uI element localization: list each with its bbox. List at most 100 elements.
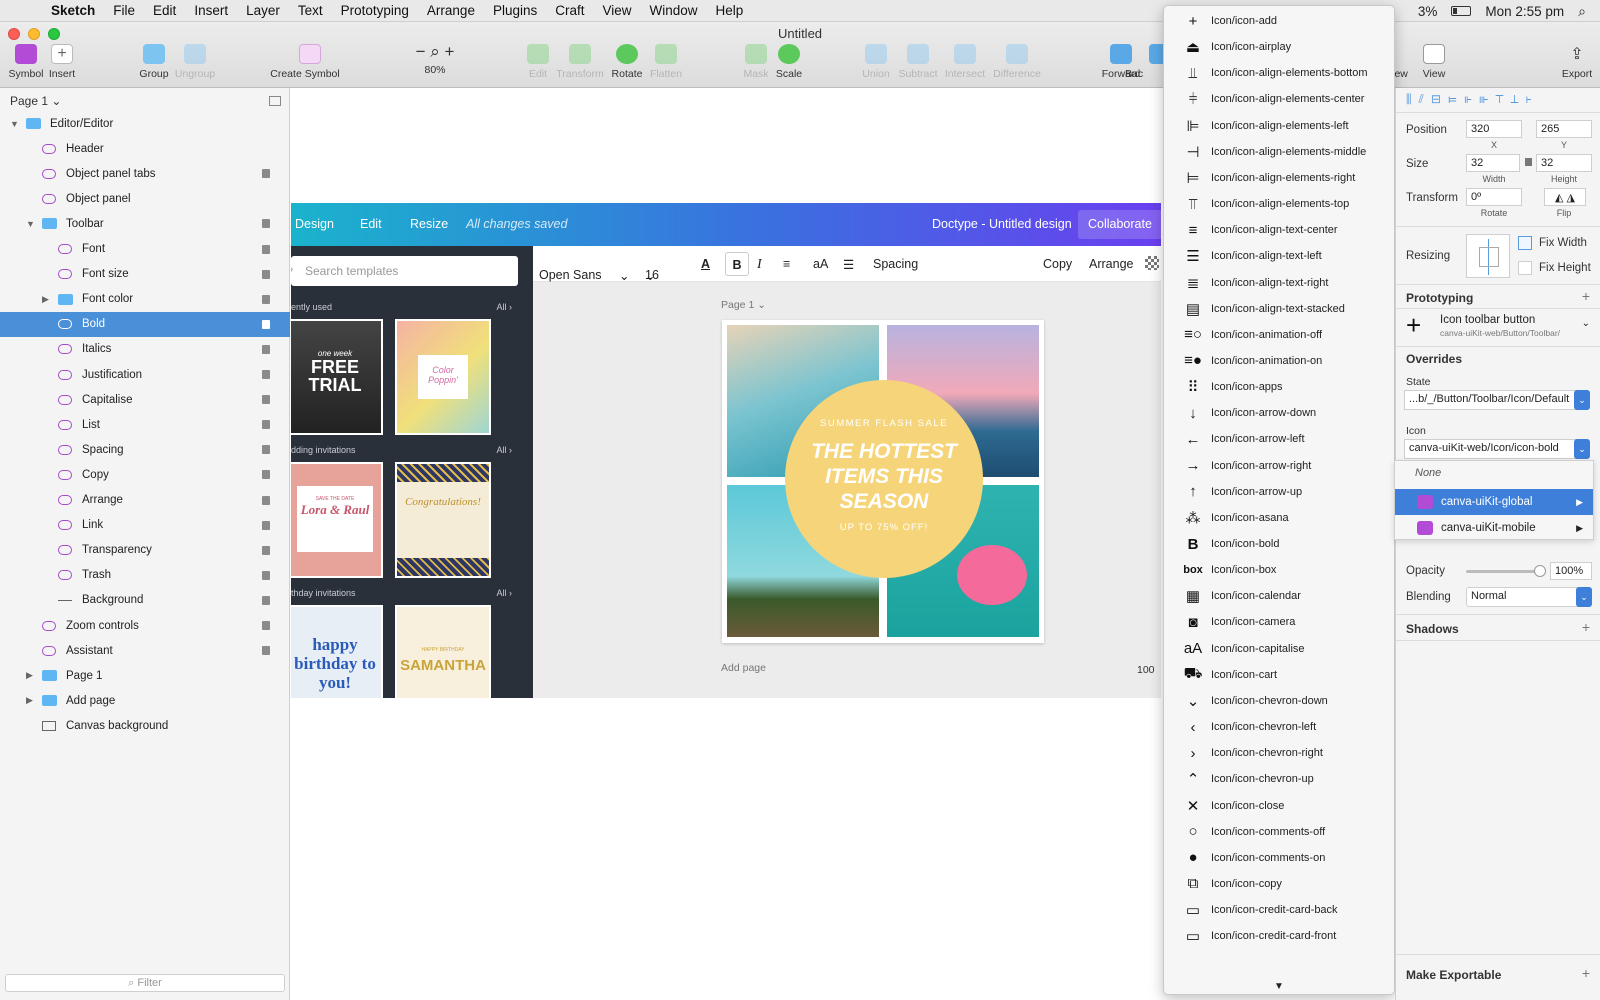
template-thumbnail[interactable]: HAPPY BIRTHDAY SAMANTHA [395,605,491,698]
menu-item-icon-chevron-up[interactable]: ⌃ Icon/icon-chevron-up [1164,766,1394,792]
icon-select-stepper-icon[interactable]: ⌄ [1574,439,1590,459]
template-thumbnail[interactable]: Color Poppin' [395,319,491,435]
add-prototyping-icon[interactable]: + [1582,288,1590,304]
menu-view[interactable]: View [594,3,641,18]
view-button[interactable]: View [1402,42,1466,80]
state-select-stepper-icon[interactable]: ⌄ [1574,390,1590,410]
justification-icon[interactable]: ≡ [783,257,790,271]
layer-row-link[interactable]: Link [0,513,290,538]
make-exportable-button[interactable]: Make Exportable [1406,968,1501,982]
icon-select[interactable]: canva-uiKit-web/Icon/icon-bold [1404,439,1576,459]
lock-icon[interactable] [262,495,270,505]
lock-icon[interactable] [262,169,270,179]
battery-icon[interactable] [1451,6,1472,16]
menu-text[interactable]: Text [289,3,332,18]
layer-row-italics[interactable]: Italics [0,337,290,362]
menu-file[interactable]: File [104,3,144,18]
lock-icon[interactable] [262,621,270,630]
disclosure-open-icon[interactable]: ▼ [10,119,19,129]
fix-height-checkbox[interactable] [1518,261,1532,275]
state-select[interactable]: ...b/_/Button/Toolbar/Icon/Default [1404,390,1576,410]
menu-prototyping[interactable]: Prototyping [332,3,418,18]
layer-row-copy[interactable]: Copy [0,462,290,487]
menu-item-icon-apps[interactable]: ⠿ Icon/icon-apps [1164,374,1394,400]
menu-item-icon-animation-on[interactable]: ≡● Icon/icon-animation-on [1164,348,1394,374]
blending-select[interactable]: Normal [1466,587,1584,607]
layer-row-arrange[interactable]: Arrange [0,488,290,513]
menu-item-icon-align-elements-middle[interactable]: ⊣ Icon/icon-align-elements-middle [1164,139,1394,165]
lock-icon[interactable] [262,294,270,304]
menu-item-icon-arrow-down[interactable]: ↓ Icon/icon-arrow-down [1164,400,1394,426]
add-shadow-icon[interactable]: + [1582,619,1590,635]
see-all-link[interactable]: All › [496,588,512,598]
transparency-icon[interactable] [1145,256,1159,270]
blending-stepper-icon[interactable]: ⌄ [1576,587,1592,607]
layer-row-header[interactable]: Header [0,136,290,161]
layer-filter-input[interactable]: ⌕ Filter [5,974,285,992]
layer-row-capitalise[interactable]: Capitalise [0,387,290,412]
menu-item-icon-align-text-left[interactable]: ☰ Icon/icon-align-text-left [1164,243,1394,269]
menu-insert[interactable]: Insert [185,3,237,18]
lock-icon[interactable] [262,269,270,279]
zoom-control[interactable]: − ⌕ + 80% [403,42,467,76]
width-field[interactable]: 32 [1466,154,1520,172]
lock-icon[interactable] [262,470,270,480]
ungroup-button[interactable]: Ungroup [163,42,227,80]
text-color-icon[interactable]: A [701,257,710,271]
sale-design[interactable]: SUMMER FLASH SALE THE HOTTEST ITEMS THIS… [722,320,1044,643]
disclosure-closed-icon[interactable]: ▶ [42,294,49,305]
chevron-down-icon[interactable]: ⌄ [1582,318,1590,329]
menu-window[interactable]: Window [641,3,707,18]
flatten-button[interactable]: Flatten [634,42,698,80]
menu-item-icon-arrow-right[interactable]: → Icon/icon-arrow-right [1164,453,1394,479]
menu-item-icon-chevron-down[interactable]: ⌄ Icon/icon-chevron-down [1164,688,1394,714]
see-all-link[interactable]: All › [496,445,512,455]
opacity-slider-knob[interactable] [1534,565,1547,577]
disclosure-open-icon[interactable]: ▼ [26,219,35,229]
page-label[interactable]: Page 1 ⌄ [721,299,766,311]
menu-item-icon-align-text-stacked[interactable]: ▤ Icon/icon-align-text-stacked [1164,296,1394,322]
lock-icon[interactable] [262,570,270,580]
layer-row-trash[interactable]: Trash [0,563,290,588]
menu-item-icon-credit-card-back[interactable]: ▭ Icon/icon-credit-card-back [1164,897,1394,923]
disclosure-closed-icon[interactable]: ▶ [26,670,33,681]
menu-help[interactable]: Help [707,3,753,18]
menu-item-icon-align-elements-left[interactable]: ⊫ Icon/icon-align-elements-left [1164,113,1394,139]
menu-item-icon-cart[interactable]: ⛟ Icon/icon-cart [1164,662,1394,688]
disclosure-closed-icon[interactable]: ▶ [26,695,33,706]
menu-layer[interactable]: Layer [237,3,289,18]
zoom-percent[interactable]: 100 [1137,664,1155,676]
menu-item-icon-comments-on[interactable]: ● Icon/icon-comments-on [1164,845,1394,871]
layer-row-font[interactable]: Font [0,237,290,262]
opacity-field[interactable]: 100% [1550,562,1592,580]
layer-row-page-1[interactable]: ▶ Page 1 [0,663,290,688]
spacing-button[interactable]: Spacing [873,257,918,271]
layer-row-object-panel-tabs[interactable]: Object panel tabs [0,161,290,186]
capitalise-icon[interactable]: aA [813,257,828,271]
lock-icon[interactable] [262,244,270,254]
fix-width-checkbox[interactable] [1518,236,1532,250]
menu-item-icon-box[interactable]: box Icon/icon-box [1164,557,1394,583]
page-selector[interactable]: Page 1 ⌄ [10,94,61,108]
menu-craft[interactable]: Craft [546,3,593,18]
layer-row-font-color[interactable]: ▶ Font color [0,287,290,312]
copy-button[interactable]: Copy [1043,257,1072,271]
menu-item-icon-camera[interactable]: ◙ Icon/icon-camera [1164,609,1394,635]
flip-buttons[interactable]: ◭ ◮ [1544,188,1586,206]
menu-edit[interactable]: Edit [144,3,185,18]
template-thumbnail[interactable]: Congratulations! [395,462,491,578]
design-tab[interactable]: Design [295,217,334,231]
lock-icon[interactable] [262,370,270,379]
option-none[interactable]: None [1415,467,1441,479]
layer-row-canvas-background[interactable]: Canvas background [0,713,290,738]
lock-icon[interactable] [262,595,270,605]
export-button[interactable]: ⇪ Export [1545,42,1600,80]
resizing-constraints-widget[interactable] [1466,234,1510,278]
resize-tab[interactable]: Resize [410,217,448,231]
lock-icon[interactable] [262,319,270,329]
menu-item-icon-copy[interactable]: ⧉ Icon/icon-copy [1164,871,1394,897]
lock-icon[interactable] [262,219,270,229]
collapse-layers-icon[interactable] [269,96,281,106]
template-thumbnail[interactable]: one week FREE TRIAL [291,319,383,435]
menu-item-icon-chevron-right[interactable]: › Icon/icon-chevron-right [1164,740,1394,766]
